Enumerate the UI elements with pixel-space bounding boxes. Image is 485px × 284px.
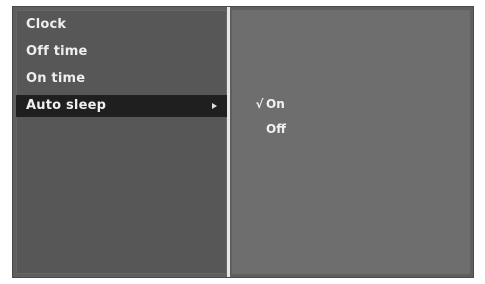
option-off[interactable]: Off	[266, 120, 286, 138]
osd-screen: Clock Off time On time Auto sleep √ On Of…	[13, 7, 473, 277]
submenu-panel: √ On Off	[232, 10, 470, 274]
menu-item-off-time[interactable]: Off time	[16, 41, 227, 63]
panel-divider	[227, 7, 230, 277]
menu-item-label: Off time	[26, 44, 88, 59]
option-label: Off	[266, 122, 286, 136]
menu-item-on-time[interactable]: On time	[16, 68, 227, 90]
submenu-arrow-icon	[212, 103, 217, 109]
checkmark-icon: √	[255, 97, 264, 111]
option-on[interactable]: √ On	[254, 95, 285, 113]
menu-item-label: On time	[26, 71, 86, 86]
main-menu-panel: Clock Off time On time Auto sleep	[16, 10, 227, 274]
menu-item-clock[interactable]: Clock	[16, 14, 227, 36]
menu-item-label: Auto sleep	[26, 98, 107, 113]
menu-item-auto-sleep[interactable]: Auto sleep	[16, 95, 227, 117]
menu-item-label: Clock	[26, 17, 67, 32]
option-label: On	[266, 97, 285, 111]
